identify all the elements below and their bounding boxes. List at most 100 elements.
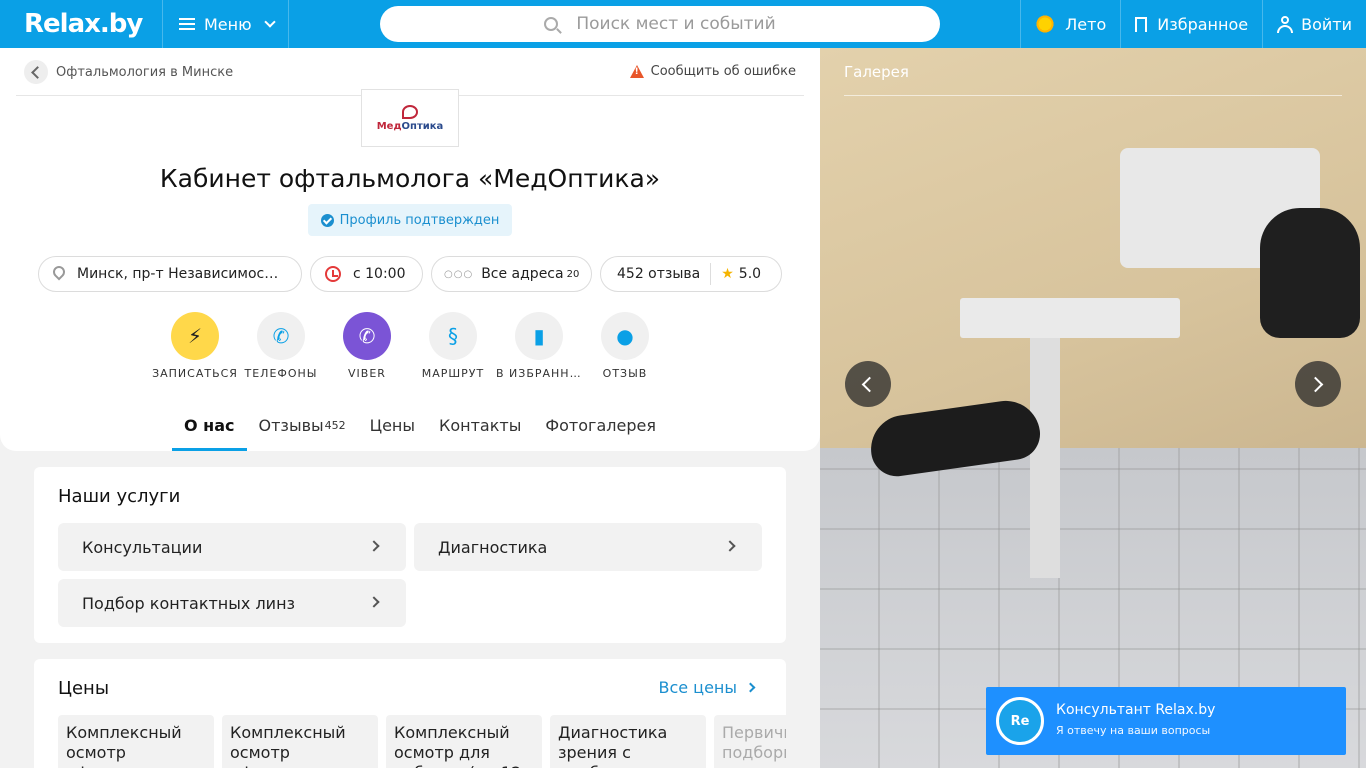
tab-bar: О нас Отзывы 452 Цены Контакты Фотогалере… (172, 400, 668, 451)
add-favorite-button[interactable]: ▮ В ИЗБРАННОЕ (496, 312, 582, 380)
verified-label: Профиль подтвержден (339, 212, 500, 228)
services-section: Наши услуги Консультации Диагностика Под… (34, 467, 786, 643)
phones-button[interactable]: ✆ ТЕЛЕФОНЫ (238, 312, 324, 380)
photo-gallery[interactable]: Галерея (820, 48, 1366, 768)
reviews-pill[interactable]: 452 отзыва ★ 5.0 (600, 256, 782, 292)
book-label: ЗАПИСАТЬСЯ (152, 367, 238, 380)
gallery-photo-chair (1260, 208, 1360, 338)
gallery-title: Галерея (844, 63, 909, 81)
services-title: Наши услуги (58, 486, 181, 507)
rating-value: 5.0 (738, 266, 762, 282)
location-pin-icon (53, 266, 65, 282)
report-label: Сообщить об ошибке (650, 64, 796, 79)
breadcrumb[interactable]: Офтальмология в Минске (24, 60, 233, 84)
phones-label: ТЕЛЕФОНЫ (244, 367, 318, 380)
hours-text: с 10:00 (353, 266, 406, 282)
service-item[interactable]: Подбор контактных линз (58, 579, 406, 627)
menu-button[interactable]: Меню (162, 0, 289, 48)
gallery-photo-table (960, 298, 1180, 338)
price-card[interactable]: Комплексный осмотр для ребенка (до 12 ле… (386, 715, 542, 768)
gallery-prev-button[interactable] (845, 361, 891, 407)
viber-icon: ✆ (343, 312, 391, 360)
warning-icon (629, 65, 644, 78)
phone-icon: ✆ (257, 312, 305, 360)
add-favorite-label: В ИЗБРАННОЕ (496, 367, 582, 380)
prices-section: Цены Все цены Комплексный осмотр офтальм… (34, 659, 786, 768)
search-input[interactable]: Поиск мест и событий (380, 6, 940, 42)
consultant-chat-widget[interactable]: Re Консультант Relax.by Я отвечу на ваши… (986, 687, 1346, 755)
all-prices-link[interactable]: Все цены (658, 678, 756, 697)
tab-prices[interactable]: Цены (358, 400, 427, 451)
hamburger-icon (179, 18, 195, 30)
chevron-right-icon (724, 540, 736, 552)
site-logo[interactable]: Relax.by (24, 9, 143, 39)
search-icon (544, 17, 559, 31)
clock-icon (325, 266, 341, 282)
chevron-right-icon (368, 596, 380, 608)
prices-title: Цены (58, 678, 110, 699)
verified-check-icon (320, 213, 334, 227)
addresses-count: 20 (566, 268, 580, 280)
star-icon: ★ (721, 266, 734, 282)
user-icon (1277, 15, 1294, 33)
chevron-right-icon (368, 540, 380, 552)
tab-photogallery[interactable]: Фотогалерея (533, 400, 668, 451)
viber-button[interactable]: ✆ VIBER (324, 312, 410, 380)
price-card[interactable]: Комплексный осмотр офтальмолога (222, 715, 378, 768)
address-pill[interactable]: Минск, пр-т Независимости, 95 (38, 256, 302, 292)
consultant-avatar: Re (996, 697, 1044, 745)
divider (710, 263, 712, 285)
tab-contacts[interactable]: Контакты (427, 400, 533, 451)
route-icon: § (429, 312, 477, 360)
gallery-next-button[interactable] (1295, 361, 1341, 407)
action-buttons: ⚡ ЗАПИСАТЬСЯ ✆ ТЕЛЕФОНЫ ✆ VIBER § МАРШРУ… (152, 312, 668, 380)
report-error-link[interactable]: Сообщить об ошибке (629, 64, 796, 79)
price-card[interactable]: Диагностика зрения с подбором очков (550, 715, 706, 768)
review-button[interactable]: ● ОТЗЫВ (582, 312, 668, 380)
divider (844, 95, 1342, 96)
price-card[interactable]: Комплексный осмотр офтальмолога (58, 715, 214, 768)
all-addresses-label: Все адреса (481, 266, 564, 282)
chat-icon: ● (601, 312, 649, 360)
viber-label: VIBER (348, 367, 386, 380)
consultant-title: Консультант Relax.by (1056, 702, 1216, 718)
book-button[interactable]: ⚡ ЗАПИСАТЬСЯ (152, 312, 238, 380)
bookmark-icon: ▮ (515, 312, 563, 360)
back-arrow-icon[interactable] (24, 60, 48, 84)
header-actions: Лето Избранное Войти (1020, 0, 1366, 48)
search-placeholder: Поиск мест и событий (576, 14, 776, 34)
chevron-right-icon (745, 682, 756, 693)
tab-about[interactable]: О нас (172, 400, 247, 451)
route-button[interactable]: § МАРШРУТ (410, 312, 496, 380)
eye-logo-icon (402, 104, 418, 119)
login-button[interactable]: Войти (1262, 0, 1366, 48)
all-addresses-pill[interactable]: ○○○ Все адреса 20 (431, 256, 592, 292)
address-text: Минск, пр-т Независимости, 95 (77, 266, 282, 282)
page-title: Кабинет офтальмолога «МедОптика» (159, 164, 661, 193)
top-bar: Relax.by Меню Поиск мест и событий Лето … (0, 0, 1366, 48)
season-button[interactable]: Лето (1020, 0, 1120, 48)
lightning-icon: ⚡ (171, 312, 219, 360)
consultant-subtitle: Я отвечу на ваши вопросы (1056, 724, 1211, 737)
chevron-down-icon (263, 15, 276, 28)
price-card[interactable]: Первичная подборка (714, 715, 786, 768)
gallery-photo-stand (1030, 338, 1060, 578)
favorites-button[interactable]: Избранное (1120, 0, 1262, 48)
hours-pill[interactable]: с 10:00 (310, 256, 423, 292)
place-logo: МедОптика (361, 89, 459, 147)
review-label: ОТЗЫВ (602, 367, 648, 380)
season-label: Лето (1065, 14, 1107, 34)
verified-badge: Профиль подтвержден (308, 204, 512, 236)
service-item[interactable]: Диагностика (414, 523, 762, 571)
reviews-count: 452 отзыва (617, 266, 701, 282)
breadcrumb-label[interactable]: Офтальмология в Минске (56, 65, 233, 80)
menu-label: Меню (204, 14, 252, 34)
favorites-label: Избранное (1157, 14, 1249, 34)
tab-reviews[interactable]: Отзывы 452 (247, 400, 358, 451)
bookmark-icon (1135, 16, 1148, 36)
place-logo-text: МедОптика (376, 120, 444, 132)
service-item[interactable]: Консультации (58, 523, 406, 571)
dots-icon: ○○○ (444, 268, 474, 280)
login-label: Войти (1301, 14, 1352, 34)
place-header-card: Офтальмология в Минске Сообщить об ошибк… (0, 48, 820, 451)
